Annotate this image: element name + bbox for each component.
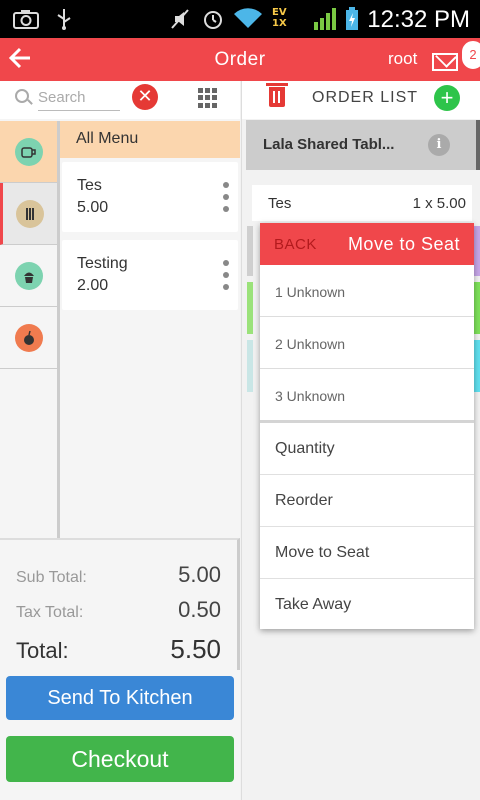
signal-icon [314,8,336,30]
menu-item-name: Tes [77,177,102,194]
popup-header: BACK Move to Seat [260,223,474,265]
notification-badge[interactable]: 2 [461,40,480,70]
move-to-seat-option[interactable]: Move to Seat [260,527,474,579]
seat-option[interactable]: 1 Unknown [260,265,474,317]
info-icon[interactable]: i [428,134,450,156]
popup-title: Move to Seat [347,234,460,254]
network-type-label: EV 1X [272,7,287,29]
take-away-option[interactable]: Take Away [260,579,474,631]
total-row: Total: 5.50 [16,634,221,665]
subtotal-row: Sub Total: 5.00 [16,562,221,588]
category-list [0,121,60,578]
search-icon [15,89,29,103]
category-item-desserts[interactable] [0,245,57,307]
menu-item-card[interactable]: Testing 2.00 [62,240,238,310]
order-totals: Sub Total: 5.00 Tax Total: 0.50 Total: 5… [0,538,240,670]
app-bar: Order root [0,38,480,81]
wifi-icon [232,6,264,32]
clear-search-button[interactable]: ✕ [132,84,158,110]
seat-stripe [474,226,480,276]
seat-option[interactable]: 3 Unknown [260,369,474,421]
category-item-fruit[interactable] [0,307,57,369]
table-name: Lala Shared Tabl... [263,136,395,153]
seat-stripe [247,282,253,334]
move-to-seat-popup: BACK Move to Seat 1 Unknown 2 Unknown 3 … [260,223,474,629]
order-list-title: ORDER LIST [312,89,419,106]
grid-view-icon[interactable] [198,88,218,108]
category-item-meals[interactable] [0,183,57,245]
order-item-row[interactable]: Tes 1 x 5.00 [252,185,472,221]
seat-stripe [247,340,253,392]
send-to-kitchen-button[interactable]: Send To Kitchen [6,676,234,720]
clock: 12:32 PM [367,6,470,33]
mute-icon [168,6,192,32]
username-label[interactable]: root [388,49,417,69]
menu-item-name: Testing [77,255,128,272]
checkout-button[interactable]: Checkout [6,736,234,782]
trash-icon[interactable] [266,83,288,107]
usb-icon [54,6,74,32]
search-bar: ✕ [0,81,240,119]
popup-back-button[interactable]: BACK [274,236,317,253]
more-options-icon[interactable] [223,182,229,212]
menu-panel: ✕ All Menu Tes 5.00 [0,81,240,800]
category-item-drinks[interactable] [0,121,57,183]
total-value: 5.50 [170,634,221,664]
order-item-name: Tes [268,195,292,212]
seat-option[interactable]: 2 Unknown [260,317,474,369]
alarm-icon [200,6,226,32]
category-drink-icon [14,137,43,166]
camera-icon [12,6,40,32]
seat-stripe [474,282,480,334]
search-input[interactable] [38,85,120,111]
more-options-icon[interactable] [223,260,229,290]
menu-item-price: 5.00 [77,199,109,216]
order-item-quantity: 1 x 5.00 [412,195,466,212]
add-order-button[interactable]: + [434,85,460,111]
status-bar: EV 1X 12:32 PM [0,0,480,38]
seat-stripe [247,226,253,276]
tax-total-row: Tax Total: 0.50 [16,597,221,623]
mail-icon[interactable] [432,53,458,71]
order-list-header: ORDER LIST + [242,81,480,119]
table-card[interactable]: Lala Shared Tabl... i [246,120,480,170]
category-cupcake-icon [14,261,43,290]
category-utensils-icon [16,199,44,228]
subtotal-label: Sub Total: [16,569,87,586]
total-label: Total: [16,638,69,663]
menu-item-card[interactable]: Tes 5.00 [62,162,238,232]
seat-stripe [474,340,480,392]
category-apple-icon [14,323,43,352]
quantity-option[interactable]: Quantity [260,423,474,475]
battery-icon [344,6,360,32]
reorder-option[interactable]: Reorder [260,475,474,527]
menu-item-price: 2.00 [77,277,109,294]
tax-total-label: Tax Total: [16,604,84,621]
tax-total-value: 0.50 [178,597,221,622]
menu-category-header: All Menu [60,121,240,158]
subtotal-value: 5.00 [178,562,221,587]
